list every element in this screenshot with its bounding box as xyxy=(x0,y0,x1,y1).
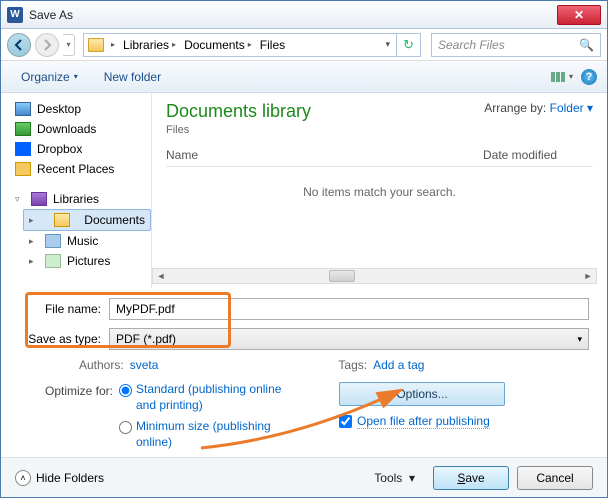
scroll-thumb[interactable] xyxy=(329,270,355,282)
sidebar-libraries-header[interactable]: ▿Libraries xyxy=(9,189,151,209)
empty-message: No items match your search. xyxy=(166,185,593,199)
music-icon xyxy=(45,234,61,248)
authors-value[interactable]: sveta xyxy=(130,358,159,372)
search-placeholder: Search Files xyxy=(438,38,505,52)
savetype-label: Save as type: xyxy=(19,332,109,346)
tags-label: Tags: xyxy=(338,358,367,372)
sidebar: Desktop Downloads Dropbox Recent Places … xyxy=(1,93,151,288)
dropbox-icon xyxy=(15,142,31,156)
column-headers[interactable]: Name Date modified xyxy=(166,148,593,167)
sidebar-item-desktop[interactable]: Desktop xyxy=(9,99,151,119)
organize-button[interactable]: Organize ▾ xyxy=(11,66,88,88)
library-title: Documents library xyxy=(166,101,311,122)
new-folder-button[interactable]: New folder xyxy=(94,66,171,88)
search-input[interactable]: Search Files 🔍 xyxy=(431,33,601,57)
folder-icon xyxy=(88,38,104,52)
window-title: Save As xyxy=(29,8,557,22)
documents-icon xyxy=(54,213,70,227)
word-app-icon: W xyxy=(7,7,23,23)
optimize-label: Optimize for: xyxy=(19,382,119,398)
downloads-icon xyxy=(15,122,31,136)
desktop-icon xyxy=(15,102,31,116)
close-button[interactable]: ✕ xyxy=(557,5,601,25)
back-arrow-icon xyxy=(13,39,25,51)
sidebar-item-documents[interactable]: ▸Documents xyxy=(23,209,151,231)
arrange-by[interactable]: Arrange by: Folder ▾ xyxy=(484,101,593,115)
libraries-icon xyxy=(31,192,47,206)
forward-button[interactable] xyxy=(35,33,59,57)
view-mode-button[interactable]: ▾ xyxy=(551,72,573,82)
column-name[interactable]: Name xyxy=(166,148,483,162)
search-icon: 🔍 xyxy=(579,38,594,52)
horizontal-scrollbar[interactable]: ◄ ► xyxy=(152,268,597,284)
title-bar: W Save As ✕ xyxy=(1,1,607,29)
radio-minimum-input[interactable] xyxy=(119,421,132,434)
hide-folders-button[interactable]: ˄ Hide Folders xyxy=(15,470,104,486)
open-after-input[interactable] xyxy=(339,415,352,428)
radio-minimum[interactable]: Minimum size (publishing online) xyxy=(119,419,296,450)
breadcrumb-documents[interactable]: Documents xyxy=(184,38,245,52)
navigation-bar: ▾ ▸ Libraries▸ Documents▸ Files ▾ ↻ Sear… xyxy=(1,29,607,61)
back-button[interactable] xyxy=(7,33,31,57)
footer: ˄ Hide Folders Tools ▾ Save Cancel xyxy=(1,457,607,497)
filename-input[interactable] xyxy=(109,298,589,320)
help-button[interactable]: ? xyxy=(581,69,597,85)
address-bar[interactable]: ▸ Libraries▸ Documents▸ Files ▾ ↻ xyxy=(83,33,421,57)
scroll-right-icon[interactable]: ► xyxy=(580,271,596,281)
options-button[interactable]: Options... xyxy=(339,382,505,406)
sidebar-item-recent[interactable]: Recent Places xyxy=(9,159,151,179)
toolbar: Organize ▾ New folder ▾ ? xyxy=(1,61,607,93)
scroll-left-icon[interactable]: ◄ xyxy=(153,271,169,281)
recent-icon xyxy=(15,162,31,176)
column-date[interactable]: Date modified xyxy=(483,148,593,162)
chevron-up-icon: ˄ xyxy=(15,470,31,486)
open-after-label: Open file after publishing xyxy=(357,414,490,429)
forward-arrow-icon xyxy=(41,39,53,51)
tags-value[interactable]: Add a tag xyxy=(373,358,424,372)
sidebar-item-downloads[interactable]: Downloads xyxy=(9,119,151,139)
save-button[interactable]: Save xyxy=(433,466,509,490)
sidebar-item-pictures[interactable]: ▸Pictures xyxy=(23,251,151,271)
breadcrumb-libraries[interactable]: Libraries xyxy=(123,38,169,52)
address-dropdown[interactable]: ▾ xyxy=(379,39,396,50)
file-list-area: Documents library Files Arrange by: Fold… xyxy=(151,93,607,288)
sidebar-item-dropbox[interactable]: Dropbox xyxy=(9,139,151,159)
nav-history-dropdown[interactable]: ▾ xyxy=(63,34,75,56)
refresh-button[interactable]: ↻ xyxy=(396,33,420,57)
sidebar-item-music[interactable]: ▸Music xyxy=(23,231,151,251)
authors-label: Authors: xyxy=(79,358,124,372)
tools-menu[interactable]: Tools ▾ xyxy=(374,471,425,485)
cancel-button[interactable]: Cancel xyxy=(517,466,593,490)
filename-label: File name: xyxy=(19,302,109,316)
save-as-dialog: W Save As ✕ ▾ ▸ Libraries▸ Documents▸ Fi… xyxy=(0,0,608,498)
library-subtitle: Files xyxy=(166,124,311,136)
radio-standard-input[interactable] xyxy=(119,384,132,397)
breadcrumb-files[interactable]: Files xyxy=(260,38,285,52)
form-area: File name: Save as type: PDF (*.pdf)▾ Au… xyxy=(1,288,607,460)
savetype-select[interactable]: PDF (*.pdf)▾ xyxy=(109,328,589,350)
radio-standard[interactable]: Standard (publishing online and printing… xyxy=(119,382,296,413)
pictures-icon xyxy=(45,254,61,268)
open-after-checkbox[interactable]: Open file after publishing xyxy=(339,414,589,429)
